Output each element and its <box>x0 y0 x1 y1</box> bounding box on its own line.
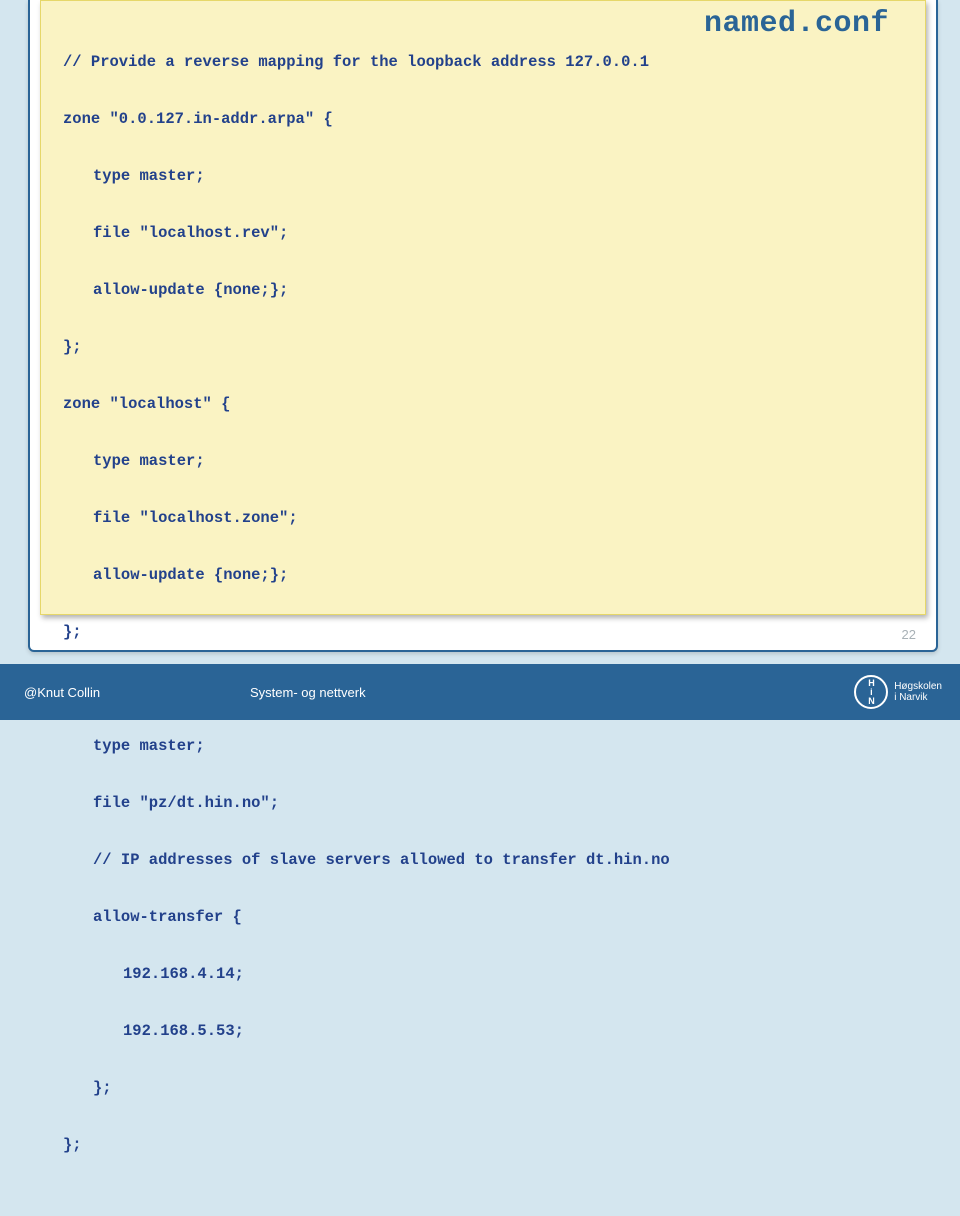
code-line: type master; <box>63 447 903 476</box>
footer-course: System- og nettverk <box>250 685 366 700</box>
code-line: allow-transfer { <box>63 903 903 932</box>
slide-title: named.conf <box>704 7 889 41</box>
code-line: 192.168.5.53; <box>63 1017 903 1046</box>
code-line: zone "localhost" { <box>63 390 903 419</box>
code-line: }; <box>63 618 903 647</box>
code-line: 192.168.4.14; <box>63 960 903 989</box>
code-line: file "localhost.zone"; <box>63 504 903 533</box>
code-line: file "localhost.rev"; <box>63 219 903 248</box>
footer-bar: @Knut Collin System- og nettverk HiN Høg… <box>0 664 960 720</box>
code-line: }; <box>63 1074 903 1103</box>
code-line: // Provide a reverse mapping for the loo… <box>63 48 903 77</box>
code-line: type master; <box>63 162 903 191</box>
footer-author: @Knut Collin <box>0 685 250 700</box>
code-line: }; <box>63 1131 903 1160</box>
school-logo-icon: HiN <box>854 675 888 709</box>
code-block: named.conf // Provide a reverse mapping … <box>40 0 926 615</box>
page-number: 22 <box>902 627 916 642</box>
footer-logo: HiN Høgskolen i Narvik <box>854 675 960 709</box>
code-line: file "pz/dt.hin.no"; <box>63 789 903 818</box>
code-line: zone "0.0.127.in-addr.arpa" { <box>63 105 903 134</box>
code-line: allow-update {none;}; <box>63 276 903 305</box>
school-logo-text: Høgskolen i Narvik <box>894 681 942 703</box>
code-content: // Provide a reverse mapping for the loo… <box>63 19 903 1216</box>
code-line: type master; <box>63 732 903 761</box>
code-line: allow-update {none;}; <box>63 561 903 590</box>
code-line: }; <box>63 333 903 362</box>
code-line: // IP addresses of slave servers allowed… <box>63 846 903 875</box>
